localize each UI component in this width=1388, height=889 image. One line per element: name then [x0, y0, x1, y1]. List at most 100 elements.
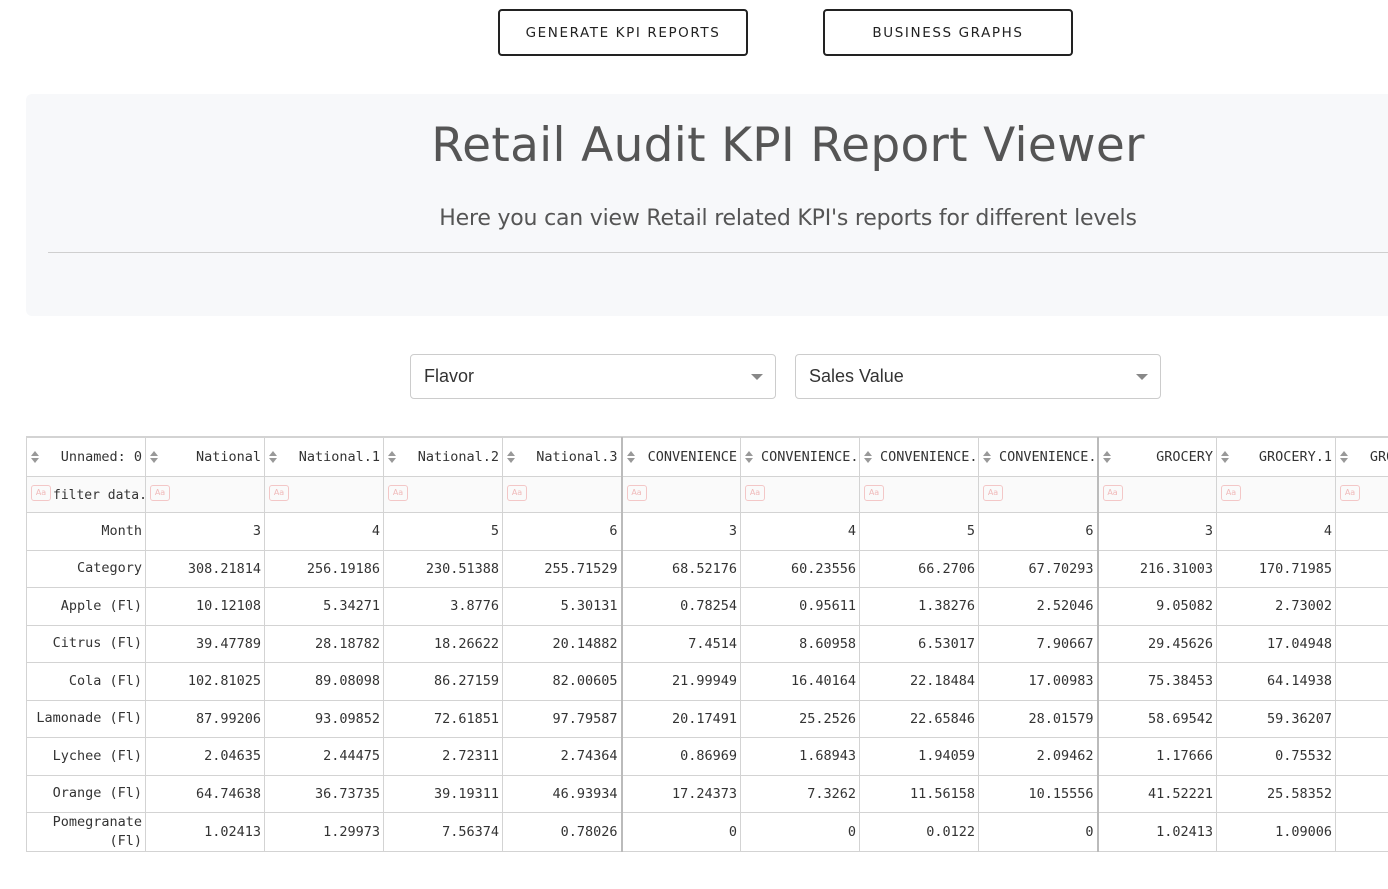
table-cell: 17.04948: [1216, 624, 1336, 663]
sort-icon[interactable]: [507, 451, 515, 463]
table-cell: 29.45626: [1097, 624, 1217, 663]
column-header[interactable]: GROCERY: [1097, 437, 1217, 477]
table-body: Month34563456345Category308.21814256.191…: [26, 512, 1388, 852]
case-sensitivity-icon[interactable]: Aa: [150, 485, 170, 501]
sort-icon[interactable]: [1221, 451, 1229, 463]
table-cell: 87.99206: [145, 699, 265, 738]
sort-icon[interactable]: [626, 451, 635, 463]
table-cell: 21.99949: [621, 662, 741, 701]
column-header-label: GROCERY: [1156, 449, 1213, 465]
table-cell: 18.26622: [383, 624, 503, 663]
metric-dropdown[interactable]: Sales Value: [795, 354, 1161, 399]
metric-dropdown-value: Sales Value: [809, 366, 904, 386]
case-sensitivity-icon[interactable]: Aa: [626, 485, 647, 501]
table-row: Cola (Fl) 102.81025 89.08098 86.27159 82.006…: [26, 662, 1388, 701]
column-filter-cell[interactable]: Aa: [978, 476, 1099, 513]
case-sensitivity-icon[interactable]: Aa: [507, 485, 527, 501]
table-cell: 1.02413: [1097, 812, 1217, 852]
column-header[interactable]: GROCERY.2: [1335, 437, 1388, 477]
table-cell: 8.60958: [740, 624, 860, 663]
table-row: Month34563456345: [26, 512, 1388, 551]
column-header-label: National.2: [417, 449, 499, 465]
case-sensitivity-icon[interactable]: Aa: [31, 485, 51, 501]
row-label-cell: Lamonade (Fl): [26, 699, 146, 738]
business-graphs-button[interactable]: BUSINESS GRAPHS: [823, 9, 1073, 56]
table-cell: 46.93934: [502, 774, 623, 813]
table-cell: 82.00605: [502, 662, 623, 701]
table-cell: 9.05082: [1097, 587, 1217, 626]
sort-icon[interactable]: [31, 451, 39, 463]
column-filter-cell[interactable]: Aa: [1216, 476, 1336, 513]
sort-icon[interactable]: [269, 451, 277, 463]
table-cell: 5: [1335, 512, 1388, 551]
column-header[interactable]: GROCERY.1: [1216, 437, 1336, 477]
case-sensitivity-icon[interactable]: Aa: [1221, 485, 1241, 501]
table-cell: 2.52046: [978, 587, 1099, 626]
column-filter-cell[interactable]: Aa: [145, 476, 265, 513]
table-cell: 230.51388: [383, 549, 503, 588]
column-filter-cell[interactable]: Aa: [740, 476, 860, 513]
sort-icon[interactable]: [864, 451, 872, 463]
table-row: Pomegranate (Fl) 1.02413 1.29973 7.56374 0.7…: [26, 812, 1388, 852]
column-filter-cell[interactable]: Aa: [621, 476, 741, 513]
column-header[interactable]: CONVENIENCE: [621, 437, 741, 477]
chevron-down-icon: [1136, 374, 1148, 380]
column-filter-cell[interactable]: Aa: [502, 476, 623, 513]
column-header[interactable]: National.1: [264, 437, 384, 477]
column-filter-cell[interactable]: Aafilter data...: [26, 476, 146, 513]
column-filter-cell[interactable]: Aa: [383, 476, 503, 513]
table-row: Lychee (Fl) 2.04635 2.44475 2.72311 2.74364 0…: [26, 737, 1388, 776]
table-cell: 60.23556: [740, 549, 860, 588]
table-cell: 0.75532: [1216, 737, 1336, 776]
column-filter-cell[interactable]: Aa: [1097, 476, 1217, 513]
column-header[interactable]: CONVENIENCE.3: [978, 437, 1099, 477]
sort-icon[interactable]: [1340, 451, 1348, 463]
filter-input[interactable]: filter data...: [53, 488, 145, 503]
case-sensitivity-icon[interactable]: Aa: [1102, 485, 1123, 501]
table-cell: 256.19186: [264, 549, 384, 588]
column-header-label: CONVENIENCE.2: [880, 449, 979, 465]
table-cell: 2.74364: [502, 737, 623, 776]
table-cell: 1.29973: [264, 812, 384, 852]
table-row: Apple (Fl) 10.12108 5.34271 3.8776 5.30131 0.…: [26, 587, 1388, 626]
sort-icon[interactable]: [1102, 451, 1111, 463]
sort-icon[interactable]: [388, 451, 396, 463]
column-filter-cell[interactable]: Aa: [264, 476, 384, 513]
table-cell: 17.00983: [978, 662, 1099, 701]
column-header[interactable]: National.3: [502, 437, 623, 477]
dimension-dropdown[interactable]: Flavor: [410, 354, 776, 399]
column-header[interactable]: CONVENIENCE.2: [859, 437, 979, 477]
case-sensitivity-icon[interactable]: Aa: [269, 485, 289, 501]
generate-kpi-reports-button[interactable]: GENERATE KPI REPORTS: [498, 9, 748, 56]
table-cell: 11.56158: [859, 774, 979, 813]
column-header-label: GROCERY.2: [1369, 449, 1388, 465]
table-cell: 7.4514: [621, 624, 741, 663]
table-cell: 0: [621, 812, 741, 852]
table-cell: 68.52176: [621, 549, 741, 588]
table-cell: 3: [1097, 512, 1217, 551]
sort-icon[interactable]: [150, 451, 158, 463]
column-filter-cell[interactable]: Aa: [1335, 476, 1388, 513]
divider: [48, 252, 1388, 253]
case-sensitivity-icon[interactable]: Aa: [388, 485, 408, 501]
table-cell: 5: [1335, 662, 1388, 701]
table-cell: 4: [1335, 699, 1388, 738]
column-header[interactable]: National.2: [383, 437, 503, 477]
sort-icon[interactable]: [983, 451, 991, 463]
case-sensitivity-icon[interactable]: Aa: [1340, 485, 1360, 501]
table-cell: 6: [978, 512, 1099, 551]
column-header[interactable]: CONVENIENCE.1: [740, 437, 860, 477]
table-cell: 3: [145, 512, 265, 551]
table-cell: 28.18782: [264, 624, 384, 663]
column-filter-cell[interactable]: Aa: [859, 476, 979, 513]
case-sensitivity-icon[interactable]: Aa: [864, 485, 884, 501]
case-sensitivity-icon[interactable]: Aa: [745, 485, 765, 501]
sort-icon[interactable]: [745, 451, 753, 463]
column-header-label: National: [195, 449, 261, 465]
column-header[interactable]: Unnamed: 0: [26, 437, 146, 477]
table-cell: 170.71985: [1216, 549, 1336, 588]
kpi-data-table: Unnamed: 0 National National.1 National.2 Na…: [26, 436, 1388, 858]
column-header[interactable]: National: [145, 437, 265, 477]
table-cell: 7.3262: [740, 774, 860, 813]
case-sensitivity-icon[interactable]: Aa: [983, 485, 1003, 501]
